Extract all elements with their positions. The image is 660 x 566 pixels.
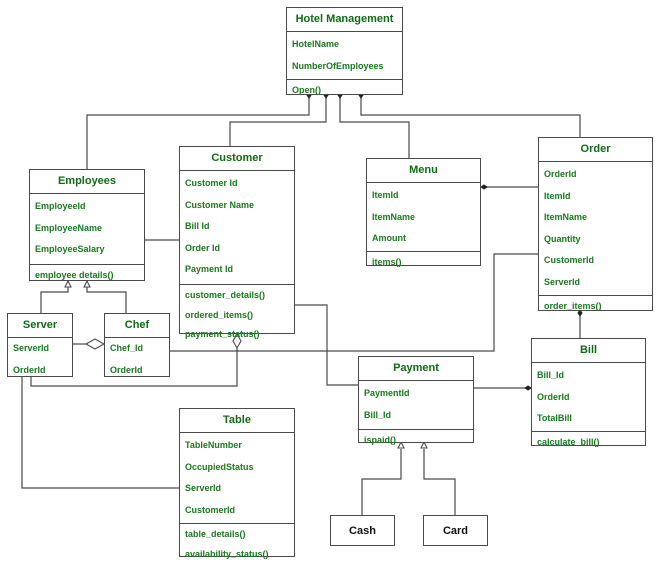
attribute: ServerId	[544, 276, 581, 287]
attribute: ItemId	[372, 190, 399, 200]
method: order_items()	[544, 301, 602, 311]
class-title: Employees	[30, 170, 144, 194]
connector-hotel-customer	[229, 95, 327, 146]
connector-cash-payment	[361, 449, 402, 515]
class-employees[interactable]: Employees EmployeeId EmployeeName Employ…	[29, 169, 145, 281]
attribute: Bill Id	[185, 221, 210, 231]
composition-diamond-icon	[480, 184, 488, 190]
attribute: Quantity	[544, 233, 581, 244]
method: ordered_items()	[185, 309, 254, 320]
attribute: ItemId	[544, 190, 571, 201]
attribute: EmployeeName	[35, 222, 103, 233]
attribute: CustomerId	[544, 255, 595, 265]
class-customer[interactable]: Customer Customer Id Customer Name Bill …	[179, 146, 295, 339]
attribute: Chef_Id	[110, 343, 144, 353]
class-title: Order	[539, 138, 652, 162]
attribute: Payment Id	[185, 264, 234, 274]
attribute: OrderId	[544, 169, 577, 179]
connector-server-table	[21, 377, 180, 489]
attribute: HotelName	[292, 39, 340, 49]
attribute: Customer Id	[185, 178, 238, 188]
attribute: ServerId	[185, 483, 222, 493]
class-title: Table	[180, 409, 294, 433]
method: table_details()	[185, 529, 246, 539]
attribute: OrderId	[110, 364, 143, 375]
class-title: Chef	[105, 314, 169, 338]
class-menu[interactable]: Menu ItemId ItemName Amount items()	[366, 158, 481, 267]
method: calculate_bill()	[537, 437, 600, 447]
aggregation-diamond-icon	[84, 338, 106, 350]
attribute: EmployeeSalary	[35, 244, 105, 254]
attribute: NumberOfEmployees	[292, 60, 384, 71]
class-title: Server	[8, 314, 72, 338]
connector-card-payment	[423, 449, 456, 515]
class-cash[interactable]: Cash	[330, 515, 395, 546]
attribute: ServerId	[13, 343, 50, 353]
class-order[interactable]: Order OrderId ItemId ItemName Quantity C…	[538, 137, 653, 311]
attribute: Bill_Id	[364, 409, 392, 420]
attribute: OccupiedStatus	[185, 461, 254, 472]
attribute: TableNumber	[185, 440, 242, 450]
attribute: Customer Name	[185, 199, 255, 210]
class-chef[interactable]: Chef Chef_Id OrderId	[104, 313, 170, 377]
connector-hotel-menu	[339, 95, 410, 158]
class-title: Payment	[359, 357, 473, 381]
class-title: Bill	[532, 339, 645, 363]
class-hotel-management[interactable]: Hotel Management HotelName NumberOfEmplo…	[286, 7, 403, 95]
class-title: Customer	[180, 147, 294, 171]
class-title: Cash	[349, 524, 376, 537]
attribute: OrderId	[537, 391, 570, 402]
attribute: Order Id	[185, 242, 221, 253]
method: customer_details()	[185, 290, 266, 300]
class-title: Hotel Management	[287, 8, 402, 32]
class-table[interactable]: Table TableNumber OccupiedStatus ServerI…	[179, 408, 295, 559]
method: ispaid()	[364, 435, 397, 445]
class-payment[interactable]: Payment PaymentId Bill_Id ispaid()	[358, 356, 474, 445]
attribute: CustomerId	[185, 504, 236, 515]
class-card[interactable]: Card	[423, 515, 488, 546]
method: items()	[372, 257, 402, 267]
method: availability_status()	[185, 548, 269, 559]
class-server[interactable]: Server ServerId OrderId	[7, 313, 73, 377]
attribute: ItemName	[544, 212, 588, 222]
attribute: TotalBill	[537, 413, 572, 423]
method: Open()	[292, 85, 321, 95]
method: payment_status()	[185, 329, 260, 339]
attribute: Bill_Id	[537, 370, 565, 380]
connector-customer-payment	[295, 304, 359, 386]
attribute: Amount	[372, 233, 406, 243]
class-title: Menu	[367, 159, 480, 183]
method: employee details()	[35, 270, 114, 280]
attribute: ItemName	[372, 211, 416, 222]
class-bill[interactable]: Bill Bill_Id OrderId TotalBill calculate…	[531, 338, 646, 447]
attribute: EmployeeId	[35, 201, 86, 211]
attribute: OrderId	[13, 364, 46, 375]
class-title: Card	[442, 524, 469, 537]
attribute: PaymentId	[364, 388, 410, 398]
